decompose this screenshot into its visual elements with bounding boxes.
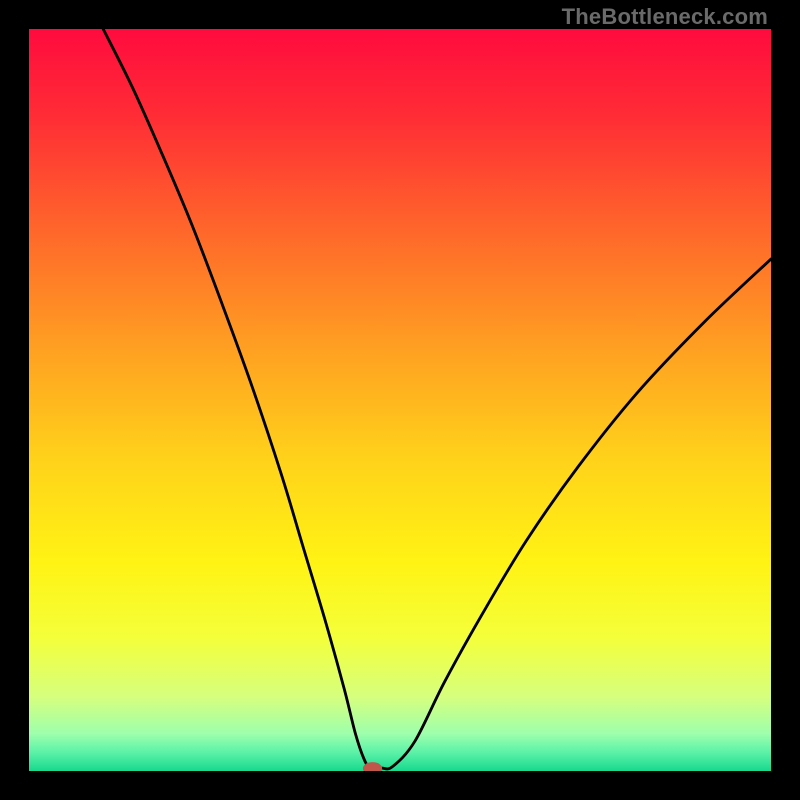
gradient-background — [29, 29, 771, 771]
bottleneck-chart — [29, 29, 771, 771]
plot-area — [29, 29, 771, 771]
watermark-text: TheBottleneck.com — [562, 4, 768, 30]
chart-frame: TheBottleneck.com — [0, 0, 800, 800]
